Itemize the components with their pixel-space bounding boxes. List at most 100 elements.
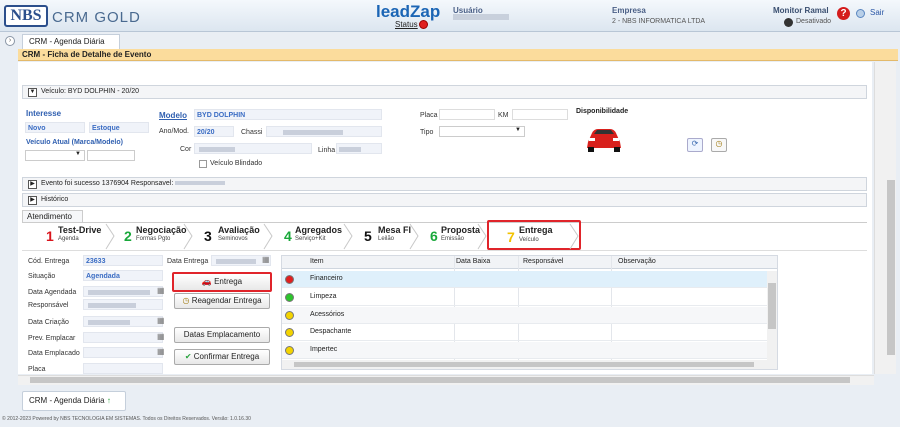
col-observacao[interactable]: Observação [618,258,656,265]
status-indicator-icon [419,20,428,29]
responsavel-label: Responsável [28,302,69,309]
interesse-title: Interesse [26,109,62,118]
estoque-option[interactable]: Estoque [90,125,120,132]
novo-option[interactable]: Novo [26,125,46,132]
grid-vscroll-thumb[interactable] [768,283,776,329]
collapse-icon[interactable]: ▼ [28,88,37,97]
data-agendada-field[interactable] [83,286,163,297]
page-hscroll-thumb[interactable] [30,377,850,383]
help-icon[interactable]: ? [837,7,850,20]
expand-icon[interactable]: ▶ [28,180,37,189]
chassi-field[interactable] [266,126,382,137]
copyright-text: © 2012-2023 Powered by NBS TECNOLOGIA EM… [2,416,251,422]
car-icon [587,129,621,152]
data-emplacado-label: Data Emplacado [28,350,80,357]
footer-tab-label: CRM - Agenda Diária [29,396,105,405]
grid-row[interactable]: Acessórios [282,307,767,324]
monitor-ramal-label: Monitor Ramal [773,6,829,15]
calendar-icon[interactable]: ▦ [157,347,165,356]
data-emplacado-field[interactable] [83,347,163,358]
blindado-label: Veículo Blindado [210,160,263,167]
col-responsavel[interactable]: Responsável [523,258,563,265]
grid-row[interactable]: Despachante [282,324,767,341]
marca-select[interactable]: ▼ [25,150,85,161]
calendar-icon[interactable]: ▦ [157,286,165,295]
monitor-status-text: Desativado [796,18,832,25]
confirmar-entrega-button[interactable]: ✔ Confirmar Entrega [174,349,270,365]
pin-icon[interactable]: ↑ [107,396,111,405]
reagendar-label: Reagendar Entrega [191,296,262,305]
cod-entrega-field[interactable]: 23633 [83,255,163,266]
clock-icon[interactable]: ◷ [711,138,727,152]
estoque-field[interactable]: Estoque [89,122,149,133]
anomod-field[interactable]: 20/20 [194,126,234,137]
situacao-field: Agendada [83,270,163,281]
sair-link[interactable]: Sair [870,8,884,17]
chassi-label: Chassi [241,129,263,136]
placa-entrega-label: Placa [28,366,46,373]
datas-emplacamento-button[interactable]: Datas Emplacamento [174,327,270,343]
data-entrega-label: Data Entrega [167,258,209,265]
grid-item: Impertec [310,346,338,353]
usuario-value-redacted [453,14,509,20]
step-arrows [105,223,579,250]
reagendar-button[interactable]: ◷ Reagendar Entrega [174,293,270,309]
car-small-icon: 🚗 [201,277,212,286]
status-green-icon [285,293,294,302]
km-label: KM [498,112,509,119]
calendar-icon[interactable]: ▦ [157,316,165,325]
disponibilidade-label: Disponibilidade [576,108,629,115]
placa-entrega-field[interactable] [83,363,163,374]
prev-emplacar-field[interactable] [83,332,163,343]
km-input[interactable] [512,109,568,120]
grid-item: Financeiro [310,275,343,282]
leadzap-status-label[interactable]: Status [395,20,418,29]
page-vscroll-thumb[interactable] [887,180,895,355]
placa-input[interactable] [439,109,495,120]
dropdown-arrow-icon: ▼ [515,127,521,133]
blindado-checkbox[interactable] [199,160,207,168]
entrega-button[interactable]: 🚗 Entrega [172,272,272,292]
vehicle-section-bar[interactable]: ▼ Veículo: BYD DOLPHIN - 20/20 [22,85,867,99]
expand-toggle-icon[interactable]: › [5,36,15,46]
monitor-status-icon [784,18,793,27]
footer-tab-agenda[interactable]: CRM - Agenda Diária ↑ [22,391,126,411]
responsavel-field[interactable] [83,299,163,310]
refresh-icon[interactable]: ⟳ [687,138,703,152]
tipo-select[interactable]: ▼ [439,126,525,137]
cod-entrega-label: Cód. Entrega [28,258,70,265]
chassi-redacted [283,130,343,135]
grid-row[interactable]: Financeiro [282,271,767,288]
data-criacao-label: Data Criação [28,319,69,326]
calendar-icon[interactable]: ▦ [262,255,270,264]
grid-row[interactable]: Impertec [282,342,767,359]
placa-label: Placa [420,112,438,119]
modelo-field[interactable]: BYD DOLPHIN [194,109,382,120]
exit-icon[interactable] [856,9,865,18]
calendar-icon[interactable]: ▦ [157,332,165,341]
dropdown-arrow-icon: ▼ [75,151,81,157]
situacao-label: Situação [28,273,56,280]
leadzap-logo[interactable]: leadZap [376,2,440,22]
evento-section-bar[interactable]: ▶ Evento foi sucesso 1376904 Responsavel… [22,177,867,191]
modelo-atual-input[interactable] [87,150,135,161]
col-data-baixa[interactable]: Data Baixa [456,258,490,265]
modelo-link[interactable]: Modelo [159,111,187,120]
expand-icon[interactable]: ▶ [28,196,37,205]
empresa-value: 2 - NBS INFORMATICA LTDA [612,18,706,25]
check-icon: ✔ [184,352,192,361]
grid-hscroll-thumb[interactable] [294,362,754,367]
novo-field[interactable]: Novo [25,122,85,133]
tab-label: CRM - Agenda Diária [29,37,105,46]
cor-field[interactable] [194,143,312,154]
data-criacao-field[interactable] [83,316,163,327]
data-agendada-label: Data Agendada [28,289,77,296]
crm-gold-logo: CRM GOLD [52,9,141,26]
grid-row[interactable]: Limpeza [282,289,767,306]
col-item[interactable]: Item [310,258,324,265]
historico-section-bar[interactable]: ▶ Histórico [22,193,867,207]
linha-field[interactable] [336,143,382,154]
tab-agenda-diaria[interactable]: CRM - Agenda Diária × [22,34,120,56]
vehicle-bar-label: Veículo: BYD DOLPHIN - 20/20 [41,88,140,95]
status-yellow-icon [285,311,294,320]
